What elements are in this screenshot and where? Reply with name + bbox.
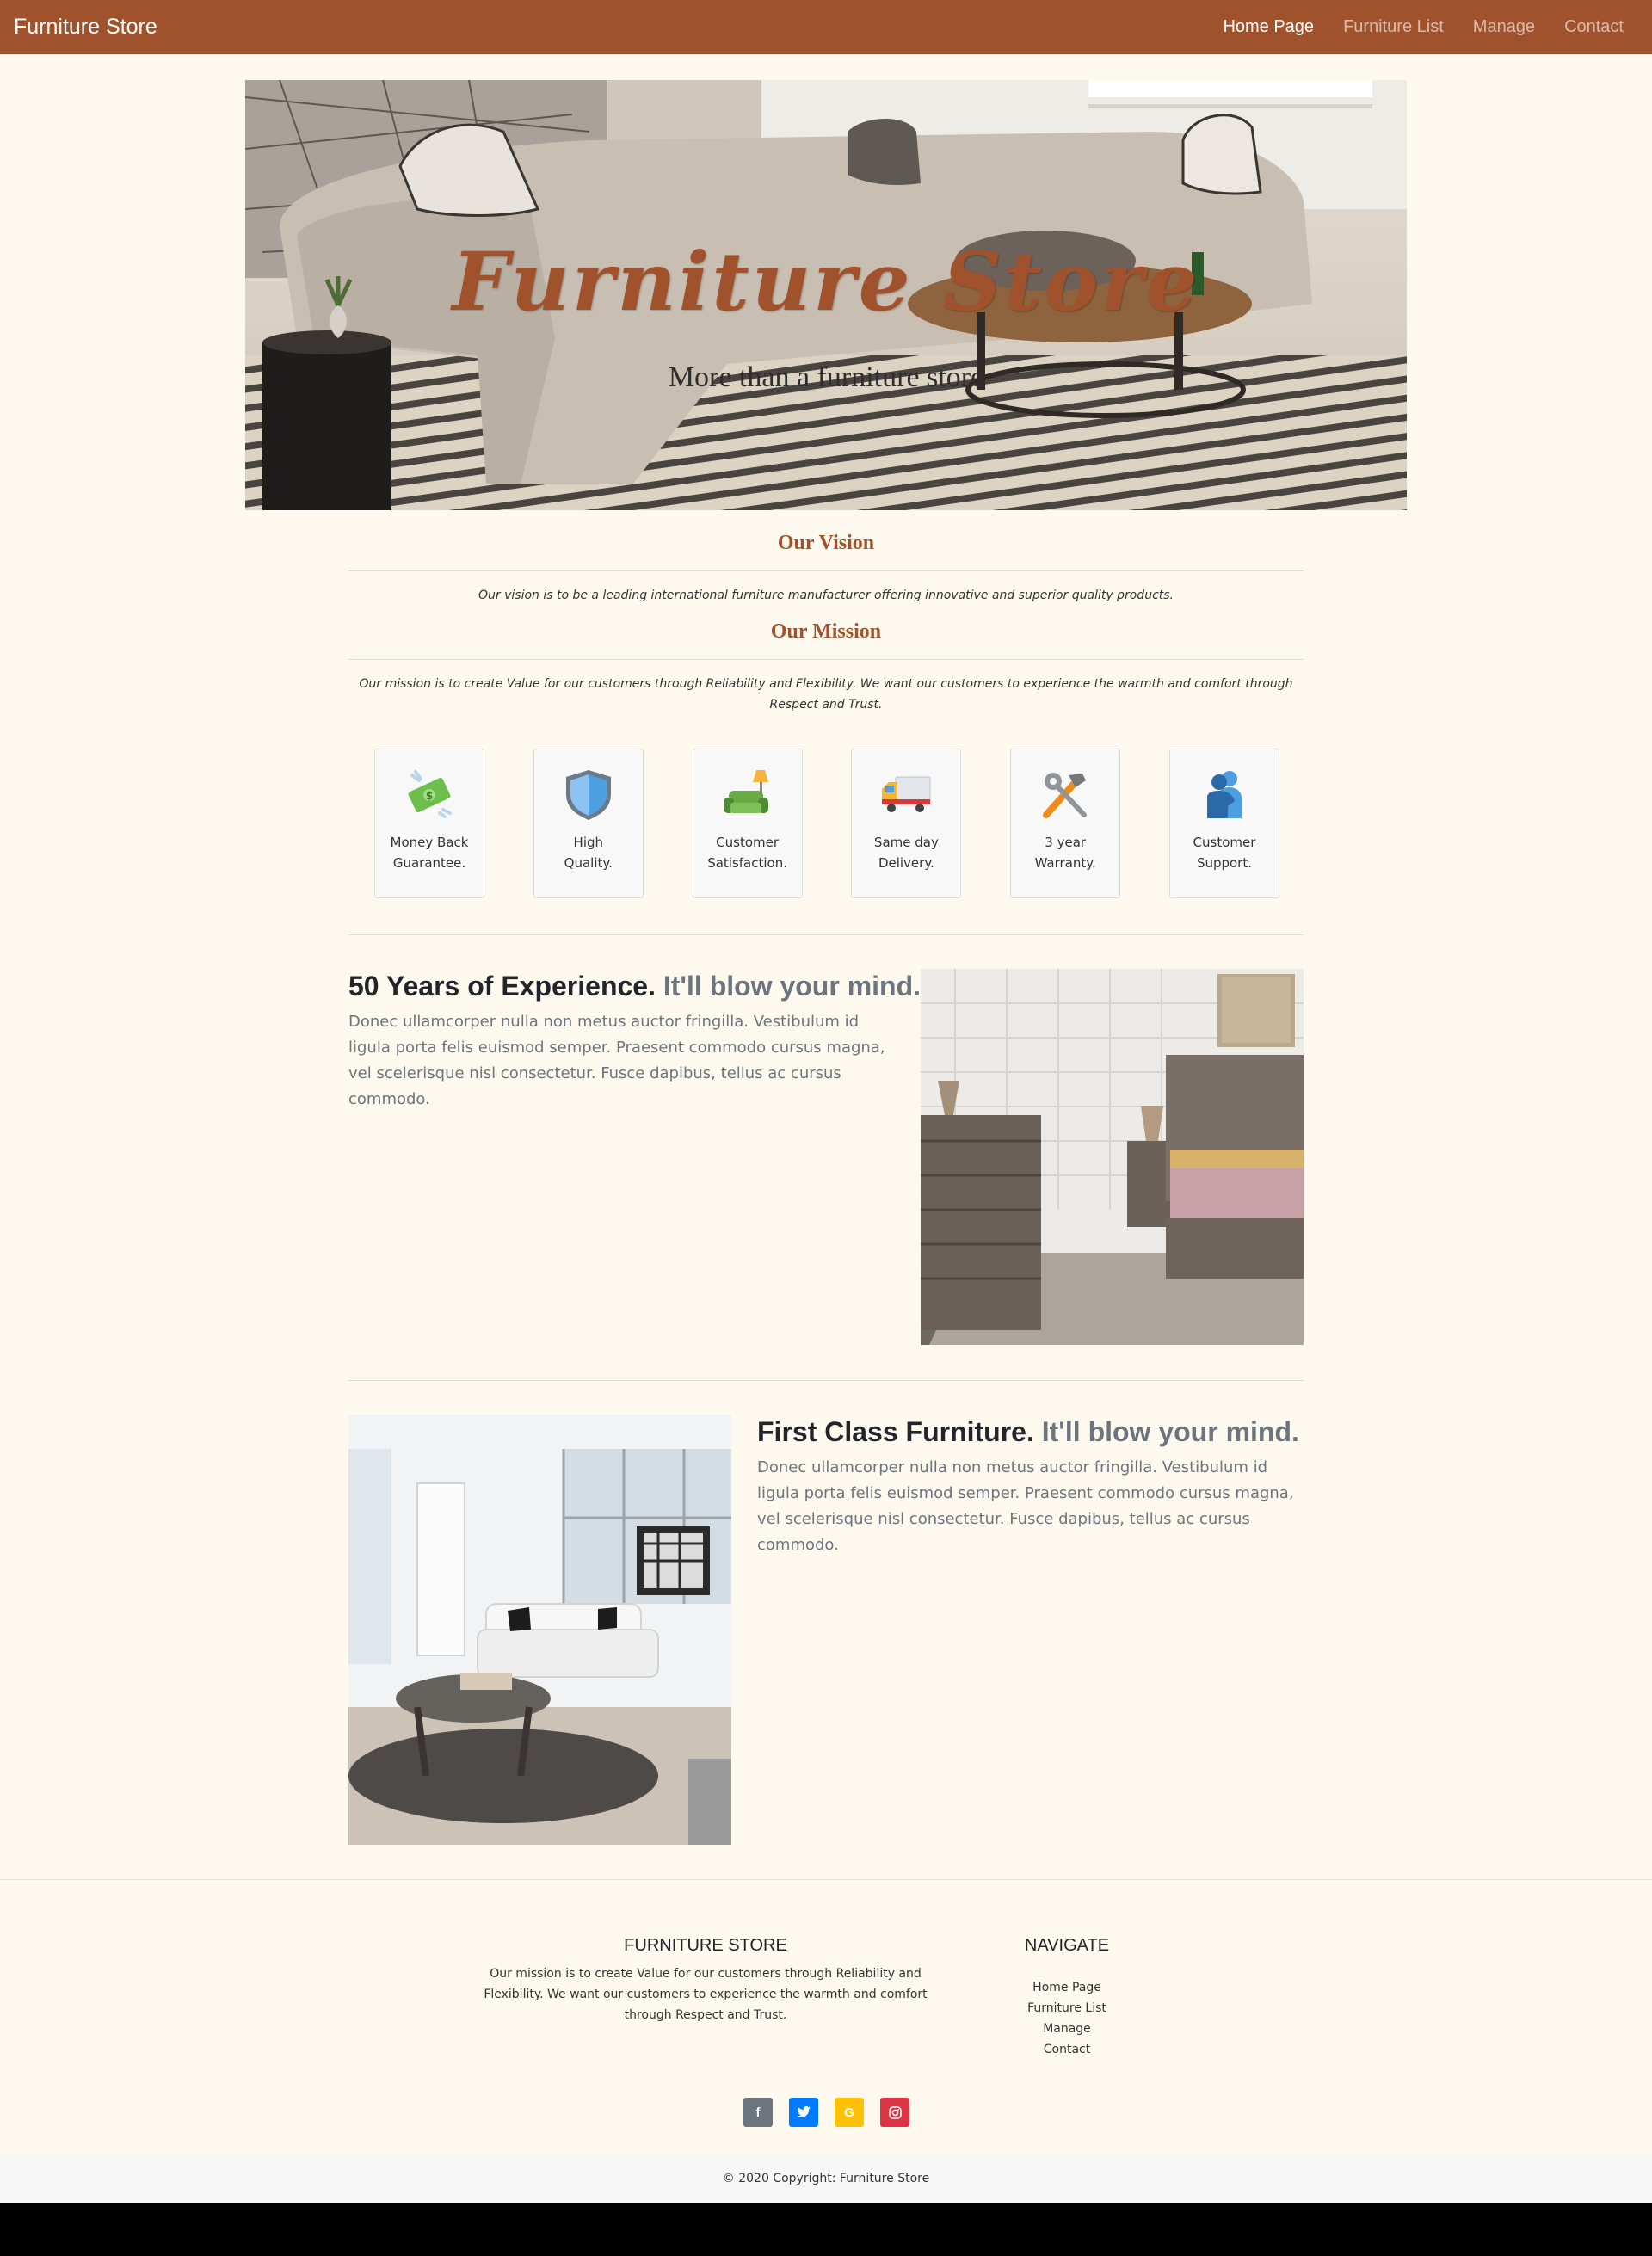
hero-title: Furniture Store <box>452 235 1200 330</box>
feature-label-warranty: 3 year Warranty. <box>1034 835 1096 871</box>
featurette-2-heading-muted: It'll blow your mind. <box>1041 1416 1299 1447</box>
vision-title: Our Vision <box>777 532 875 554</box>
feature-label-same-day-delivery: Same day Delivery. <box>873 835 939 871</box>
nav-link-home[interactable]: Home Page <box>1208 17 1328 37</box>
footer-about-title: FURNITURE STORE <box>624 1936 787 1955</box>
feature-card-high-quality: High Quality. <box>533 749 644 898</box>
sofa-lamp-icon <box>723 770 768 813</box>
shield-icon <box>565 770 611 820</box>
instagram-icon[interactable] <box>880 2098 909 2127</box>
nav-link-furniture-list[interactable]: Furniture List <box>1328 17 1458 37</box>
featurette-1-heading-muted: It'll blow your mind. <box>663 971 922 1002</box>
footer-link-contact[interactable]: Contact <box>998 2039 1136 2060</box>
feature-label-customer-satisfaction: Customer Satisfaction. <box>707 835 787 871</box>
bottom-bar <box>0 2203 1652 2256</box>
footer-link-manage[interactable]: Manage <box>998 2019 1136 2039</box>
living-room-image <box>348 1415 731 1845</box>
feature-card-customer-satisfaction: Customer Satisfaction. <box>692 749 803 898</box>
feature-label-customer-support: Customer Support. <box>1193 835 1256 871</box>
delivery-truck-icon <box>882 776 931 812</box>
feature-card-same-day-delivery: Same day Delivery. <box>851 749 962 898</box>
feature-label-high-quality: High Quality. <box>564 835 613 871</box>
section-divider <box>348 934 1304 935</box>
footer-divider <box>0 1879 1652 1880</box>
featurette-1-heading: 50 Years of Experience. It'll blow your … <box>348 971 921 1002</box>
twitter-icon[interactable] <box>789 2098 818 2127</box>
money-icon: $ <box>408 770 452 818</box>
nav-links: Home Page Furniture List Manage Contact <box>1208 17 1638 37</box>
vision-divider <box>348 570 1304 571</box>
hero-banner: Furniture Store More than a furniture st… <box>245 80 1407 510</box>
svg-text:$: $ <box>426 790 433 802</box>
featurette-2-text: Donec ullamcorper nulla non metus auctor… <box>757 1458 1294 1554</box>
mission-divider <box>348 659 1304 660</box>
featurette-2-heading-main: First Class Furniture. <box>757 1416 1034 1447</box>
footer-link-furniture-list[interactable]: Furniture List <box>998 1998 1136 2019</box>
hug-icon <box>1206 771 1242 818</box>
google-icon[interactable]: G <box>835 2098 864 2127</box>
featurette-1-text: Donec ullamcorper nulla non metus auctor… <box>348 1013 885 1108</box>
footer-about-text: Our mission is to create Value for our c… <box>484 1967 928 2022</box>
feature-cards: $ Money Back Guarantee. High Quality. Cust… <box>374 749 1279 900</box>
nav-link-contact[interactable]: Contact <box>1550 17 1638 37</box>
footer-link-home[interactable]: Home Page <box>998 1977 1136 1998</box>
vision-text: Our vision is to be a leading internatio… <box>478 589 1174 602</box>
section-divider-2 <box>348 1380 1304 1381</box>
footer-nav-title: NAVIGATE <box>1024 1936 1110 1955</box>
navbar: Furniture Store Home Page Furniture List… <box>0 0 1652 54</box>
mission-text: Our mission is to create Value for our c… <box>359 677 1293 712</box>
facebook-icon[interactable]: f <box>743 2098 773 2127</box>
navbar-brand[interactable]: Furniture Store <box>14 15 157 40</box>
feature-card-money-back: $ Money Back Guarantee. <box>374 749 484 898</box>
feature-card-customer-support: Customer Support. <box>1168 749 1279 898</box>
hero-subtitle: More than a furniture store <box>668 361 984 393</box>
featurette-2-heading: First Class Furniture. It'll blow your m… <box>757 1416 1299 1448</box>
feature-card-warranty: 3 year Warranty. <box>1010 749 1121 898</box>
mission-title: Our Mission <box>770 620 882 643</box>
feature-label-money-back: Money Back Guarantee. <box>390 835 469 871</box>
nav-link-manage[interactable]: Manage <box>1458 17 1550 37</box>
social-buttons: f G <box>743 2098 926 2127</box>
featurette-1-heading-main: 50 Years of Experience. <box>348 971 656 1002</box>
tools-icon <box>1043 773 1088 818</box>
bedroom-image <box>921 969 1304 1345</box>
copyright: © 2020 Copyright: Furniture Store <box>0 2155 1652 2203</box>
footer-nav: Home Page Furniture List Manage Contact <box>998 1977 1136 2060</box>
